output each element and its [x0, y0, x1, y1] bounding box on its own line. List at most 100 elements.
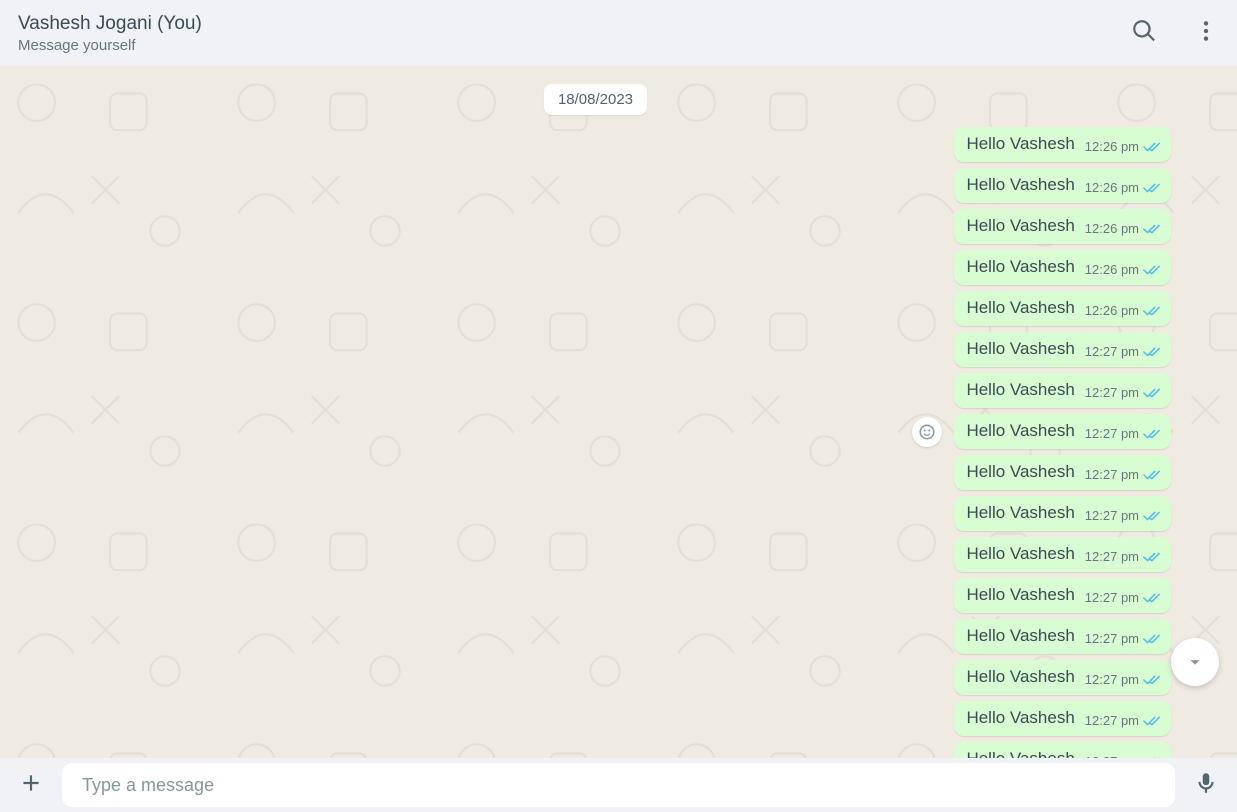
message-row[interactable]: Hello Vashesh 12:27 pm: [20, 537, 1171, 572]
contact-info[interactable]: Vashesh Jogani (You) Message yourself: [18, 13, 202, 54]
chevron-down-icon: [1184, 651, 1206, 673]
message-text: Hello Vashesh: [966, 544, 1074, 564]
message-text: Hello Vashesh: [966, 339, 1074, 359]
message-meta: 12:27 pm: [1085, 672, 1161, 687]
message-time: 12:26 pm: [1085, 221, 1139, 236]
chat-area: 18/08/2023 Hello Vashesh12:26 pmHello Va…: [0, 66, 1237, 758]
message-row[interactable]: Hello Vashesh 12:27 pm: [20, 455, 1171, 490]
composer: [0, 758, 1237, 812]
read-receipt-icon: [1143, 427, 1161, 441]
search-icon[interactable]: [1131, 18, 1157, 49]
message-row[interactable]: Hello Vashesh 12:27 pm: [20, 578, 1171, 613]
message-meta: 12:27 pm: [1085, 508, 1161, 523]
message-bubble[interactable]: Hello Vashesh 12:26 pm: [954, 250, 1171, 285]
attach-icon[interactable]: [18, 770, 44, 801]
read-receipt-icon: [1143, 591, 1161, 605]
message-row[interactable]: Hello Vashesh 12:26 pm: [20, 127, 1171, 162]
message-bubble[interactable]: Hello Vashesh 12:27 pm: [954, 701, 1171, 736]
message-bubble[interactable]: Hello Vashesh 12:26 pm: [954, 127, 1171, 162]
message-meta: 12:26 pm: [1085, 139, 1161, 154]
message-meta: 12:26 pm: [1085, 221, 1161, 236]
message-meta: 12:26 pm: [1085, 180, 1161, 195]
message-row[interactable]: Hello Vashesh 12:27 pm: [20, 373, 1171, 408]
message-row[interactable]: Hello Vashesh 12:26 pm: [20, 209, 1171, 244]
message-bubble[interactable]: Hello Vashesh 12:27 pm: [954, 373, 1171, 408]
chat-header: Vashesh Jogani (You) Message yourself: [0, 0, 1237, 66]
message-time: 12:26 pm: [1085, 262, 1139, 277]
message-text: Hello Vashesh: [966, 585, 1074, 605]
menu-icon[interactable]: [1193, 18, 1219, 49]
message-text: Hello Vashesh: [966, 216, 1074, 236]
message-row[interactable]: Hello Vashesh 12:27 pm: [20, 332, 1171, 367]
message-text: Hello Vashesh: [966, 421, 1074, 441]
message-bubble[interactable]: Hello Vashesh 12:26 pm: [954, 168, 1171, 203]
message-row[interactable]: Hello Vashesh 12:27 pm: [20, 619, 1171, 654]
message-bubble[interactable]: Hello Vashesh 12:27 pm: [954, 537, 1171, 572]
message-row[interactable]: Hello Vashesh 12:26 pm: [20, 250, 1171, 285]
message-row[interactable]: Hello Vashesh 12:27 pm: [20, 701, 1171, 736]
message-time: 12:26 pm: [1085, 303, 1139, 318]
message-text: Hello Vashesh: [966, 462, 1074, 482]
message-time: 12:27 pm: [1085, 344, 1139, 359]
date-separator: 18/08/2023: [544, 84, 647, 115]
message-row[interactable]: Hello Vashesh 12:27 pm: [20, 496, 1171, 531]
read-receipt-icon: [1143, 632, 1161, 646]
message-time: 12:26 pm: [1085, 180, 1139, 195]
message-time: 12:27 pm: [1085, 713, 1139, 728]
message-bubble[interactable]: Hello Vashesh 12:27 pm: [954, 578, 1171, 613]
message-bubble[interactable]: Hello Vashesh 12:27 pm: [954, 332, 1171, 367]
message-text: Hello Vashesh: [966, 380, 1074, 400]
message-time: 12:27 pm: [1085, 590, 1139, 605]
message-time: 12:27 pm: [1085, 508, 1139, 523]
message-input-wrap[interactable]: [62, 763, 1175, 807]
scroll-to-bottom-button[interactable]: [1171, 638, 1219, 686]
message-time: 12:27 pm: [1085, 426, 1139, 441]
message-row[interactable]: Hello Vashesh 12:27 pm: [20, 414, 1171, 449]
message-text: Hello Vashesh: [966, 257, 1074, 277]
message-text: Hello Vashesh: [966, 749, 1074, 758]
message-bubble[interactable]: Hello Vashesh 12:27 pm: [954, 660, 1171, 695]
contact-subtitle: Message yourself: [18, 37, 202, 54]
message-time: 12:27 pm: [1085, 385, 1139, 400]
message-bubble[interactable]: Hello Vashesh 12:27 pm: [954, 496, 1171, 531]
read-receipt-icon: [1143, 550, 1161, 564]
message-text: Hello Vashesh: [966, 667, 1074, 687]
message-bubble[interactable]: Hello Vashesh12:27 pm: [954, 742, 1171, 758]
read-receipt-icon: [1143, 386, 1161, 400]
message-row[interactable]: Hello Vashesh 12:26 pm: [20, 291, 1171, 326]
message-row[interactable]: Hello Vashesh12:27 pm: [20, 742, 1171, 758]
mic-icon[interactable]: [1193, 770, 1219, 801]
message-meta: 12:27 pm: [1085, 549, 1161, 564]
read-receipt-icon: [1143, 181, 1161, 195]
message-text: Hello Vashesh: [966, 298, 1074, 318]
message-text: Hello Vashesh: [966, 503, 1074, 523]
message-bubble[interactable]: Hello Vashesh 12:26 pm: [954, 291, 1171, 326]
message-text: Hello Vashesh: [966, 708, 1074, 728]
read-receipt-icon: [1143, 345, 1161, 359]
message-row[interactable]: Hello Vashesh 12:27 pm: [20, 660, 1171, 695]
message-text: Hello Vashesh: [966, 134, 1074, 154]
message-meta: 12:26 pm: [1085, 303, 1161, 318]
message-bubble[interactable]: Hello Vashesh 12:27 pm: [954, 455, 1171, 490]
message-text: Hello Vashesh: [966, 175, 1074, 195]
read-receipt-icon: [1143, 222, 1161, 236]
message-meta: 12:27 pm: [1085, 385, 1161, 400]
message-bubble[interactable]: Hello Vashesh 12:27 pm: [954, 619, 1171, 654]
read-receipt-icon: [1143, 509, 1161, 523]
message-time: 12:26 pm: [1085, 139, 1139, 154]
message-bubble[interactable]: Hello Vashesh 12:26 pm: [954, 209, 1171, 244]
message-meta: 12:27 pm: [1085, 590, 1161, 605]
message-time: 12:27 pm: [1085, 672, 1139, 687]
message-row[interactable]: Hello Vashesh 12:26 pm: [20, 168, 1171, 203]
react-hint-button[interactable]: [912, 417, 942, 447]
message-input[interactable]: [82, 775, 1155, 796]
message-time: 12:27 pm: [1085, 467, 1139, 482]
message-bubble[interactable]: Hello Vashesh 12:27 pm: [954, 414, 1171, 449]
message-meta: 12:27 pm: [1085, 344, 1161, 359]
read-receipt-icon: [1143, 714, 1161, 728]
message-text: Hello Vashesh: [966, 626, 1074, 646]
read-receipt-icon: [1143, 468, 1161, 482]
message-meta: 12:27 pm: [1085, 631, 1161, 646]
message-list[interactable]: 18/08/2023 Hello Vashesh12:26 pmHello Va…: [0, 66, 1237, 758]
message-meta: 12:27 pm: [1085, 426, 1161, 441]
